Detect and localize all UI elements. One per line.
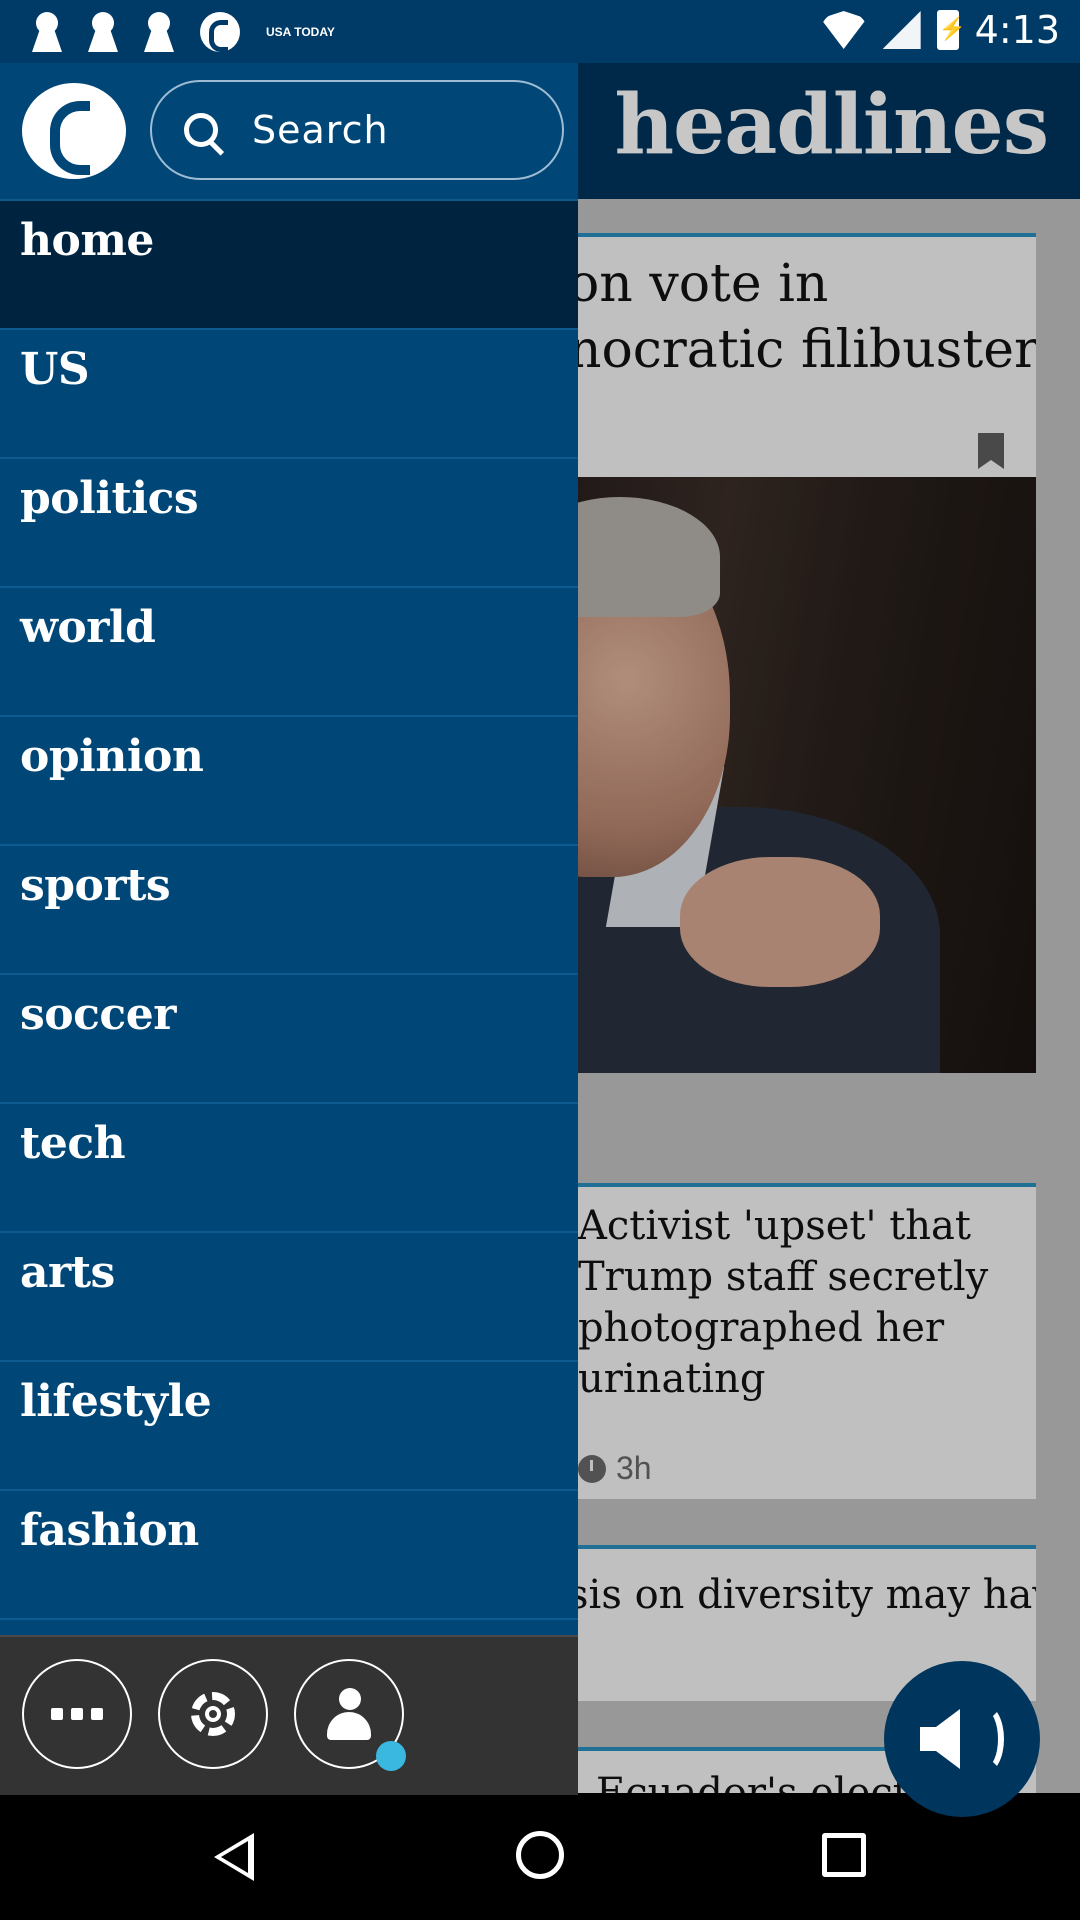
status-bar: USA TODAY 4:13 (0, 0, 1080, 63)
cell-signal-icon (882, 11, 921, 49)
keyhole-icon (32, 12, 62, 52)
nav-item-label: US (20, 344, 90, 395)
nav-item-world[interactable]: world (0, 588, 578, 717)
home-icon[interactable] (516, 1831, 564, 1879)
more-dots-icon (51, 1708, 103, 1720)
drawer-header: Search (0, 63, 578, 201)
more-button[interactable] (22, 1659, 132, 1769)
nav-item-label: world (20, 602, 156, 653)
nav-item-politics[interactable]: politics (0, 459, 578, 588)
gear-icon (191, 1692, 235, 1736)
sound-waves-icon (968, 1705, 1004, 1773)
guardian-logo-icon[interactable] (22, 83, 126, 179)
person-icon (327, 1688, 371, 1740)
drawer-footer (0, 1635, 578, 1795)
nav-item-soccer[interactable]: soccer (0, 975, 578, 1104)
nav-item-label: tech (20, 1118, 126, 1169)
system-navigation-bar (0, 1793, 1080, 1920)
status-time: 4:13 (974, 8, 1060, 52)
nav-item-home[interactable]: home (0, 201, 578, 330)
nav-item-label: arts (20, 1247, 115, 1298)
search-placeholder: Search (252, 108, 389, 152)
nav-item-sports[interactable]: sports (0, 846, 578, 975)
speaker-icon (920, 1709, 960, 1769)
recents-icon[interactable] (822, 1833, 866, 1877)
battery-charging-icon (936, 10, 966, 50)
guardian-icon (200, 12, 240, 52)
nav-item-label: fashion (20, 1505, 199, 1556)
usa-today-icon: USA TODAY (266, 25, 335, 39)
notification-dot (376, 1741, 406, 1771)
settings-button[interactable] (158, 1659, 268, 1769)
search-icon (184, 113, 218, 147)
section-list: home US politics world opinion sports so… (0, 201, 578, 1620)
wifi-icon (820, 11, 867, 49)
back-icon[interactable] (214, 1833, 254, 1881)
nav-item-lifestyle[interactable]: lifestyle (0, 1362, 578, 1491)
search-field[interactable]: Search (150, 80, 564, 180)
navigation-drawer: Search home US politics world opinion sp… (0, 63, 578, 1795)
nav-item-arts[interactable]: arts (0, 1233, 578, 1362)
system-icons: 4:13 (820, 8, 1060, 52)
notification-icons: USA TODAY (32, 12, 335, 52)
nav-item-label: lifestyle (20, 1376, 212, 1427)
keyhole-icon (144, 12, 174, 52)
audio-button[interactable] (884, 1661, 1040, 1817)
nav-item-us[interactable]: US (0, 330, 578, 459)
nav-item-label: soccer (20, 989, 176, 1040)
nav-item-label: politics (20, 473, 199, 524)
nav-item-label: sports (20, 860, 171, 911)
nav-item-fashion[interactable]: fashion (0, 1491, 578, 1620)
nav-item-label: opinion (20, 731, 204, 782)
nav-item-label: home (20, 215, 154, 266)
nav-item-opinion[interactable]: opinion (0, 717, 578, 846)
keyhole-icon (88, 12, 118, 52)
nav-item-tech[interactable]: tech (0, 1104, 578, 1233)
